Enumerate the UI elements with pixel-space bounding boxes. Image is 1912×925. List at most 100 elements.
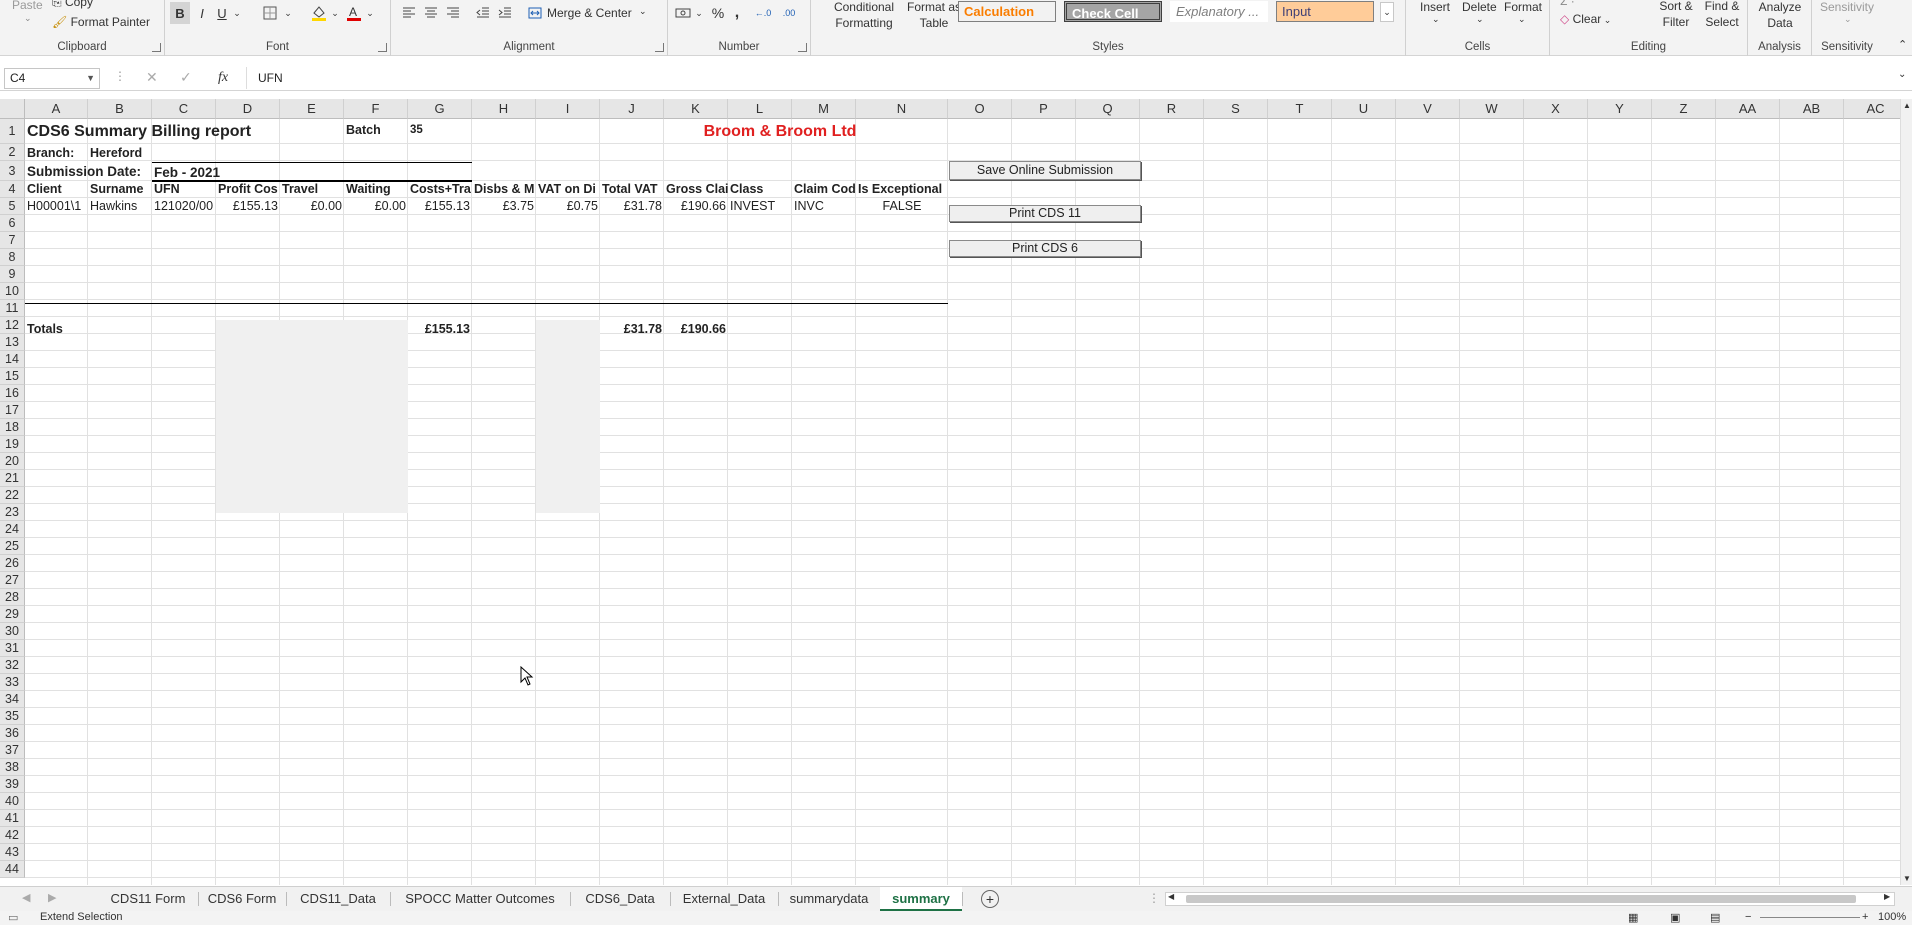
align-left-icon[interactable] [399, 3, 419, 23]
find-select-button[interactable]: Find & Select [1698, 0, 1746, 30]
row-header[interactable]: 19 [0, 436, 25, 453]
column-header[interactable]: F [344, 99, 408, 119]
row-header[interactable]: 3 [0, 161, 25, 181]
row-header[interactable]: 4 [0, 181, 25, 198]
table-cell[interactable]: INVC [792, 198, 856, 215]
decrease-decimal-button[interactable]: .00 [776, 3, 802, 23]
row-header[interactable]: 24 [0, 521, 25, 538]
column-header[interactable]: H [472, 99, 536, 119]
row-header[interactable]: 5 [0, 198, 25, 215]
zoom-in-icon[interactable]: + [1862, 911, 1868, 923]
print-cds6-button[interactable]: Print CDS 6 [949, 240, 1141, 257]
row-header[interactable]: 35 [0, 708, 25, 725]
table-header-cell[interactable]: Surname [88, 181, 152, 198]
style-explanatory[interactable]: Explanatory ... [1170, 1, 1268, 22]
table-cell[interactable]: £155.13 [216, 198, 280, 215]
table-header-cell[interactable]: Gross Clai [664, 181, 728, 198]
paste-dropdown-icon[interactable]: ⌄ [24, 13, 32, 24]
row-header[interactable]: 21 [0, 470, 25, 487]
format-dropdown-icon[interactable]: ⌄ [1518, 14, 1526, 25]
enter-icon[interactable]: ✓ [180, 69, 192, 86]
report-title[interactable]: CDS6 Summary Billing report [25, 119, 325, 144]
row-header[interactable]: 30 [0, 623, 25, 640]
row-header[interactable]: 25 [0, 538, 25, 555]
row-header[interactable]: 37 [0, 742, 25, 759]
column-header[interactable]: Y [1588, 99, 1652, 119]
row-header[interactable]: 12 [0, 317, 25, 334]
accounting-format-icon[interactable] [672, 3, 694, 23]
fill-color-icon[interactable] [308, 2, 330, 24]
batch-label[interactable]: Batch [344, 122, 404, 139]
insert-button[interactable]: Insert [1420, 0, 1450, 14]
prev-sheet-icon[interactable]: ◀ [22, 891, 30, 904]
column-header[interactable]: AA [1716, 99, 1780, 119]
column-header[interactable]: M [792, 99, 856, 119]
alignment-launcher-icon[interactable] [655, 43, 664, 52]
row-header[interactable]: 16 [0, 385, 25, 402]
conditional-formatting-button[interactable]: Conditional Formatting [823, 0, 905, 31]
style-input[interactable]: Input [1276, 1, 1374, 22]
sheet-tab[interactable]: CDS11 Form [98, 887, 198, 911]
font-color-icon[interactable]: A [343, 2, 365, 24]
autosum-icon[interactable]: Σ · [1560, 0, 1575, 8]
column-header[interactable]: G [408, 99, 472, 119]
column-header[interactable]: N [856, 99, 948, 119]
column-header[interactable]: J [600, 99, 664, 119]
row-header[interactable]: 40 [0, 793, 25, 810]
style-check-cell[interactable]: Check Cell [1064, 1, 1162, 22]
row-header[interactable]: 7 [0, 232, 25, 249]
scroll-thumb[interactable] [1186, 895, 1856, 903]
column-header[interactable]: D [216, 99, 280, 119]
row-header[interactable]: 38 [0, 759, 25, 776]
analyze-data-button[interactable]: Analyze Data [1754, 0, 1806, 31]
table-cell[interactable]: Hawkins [88, 198, 152, 215]
cancel-icon[interactable]: ✕ [146, 69, 158, 86]
table-header-cell[interactable]: Claim Cod [792, 181, 856, 198]
table-header-cell[interactable]: Client [25, 181, 88, 198]
merge-dropdown-icon[interactable]: ⌄ [639, 6, 647, 17]
row-header[interactable]: 29 [0, 606, 25, 623]
format-button[interactable]: Format [1504, 0, 1542, 14]
horizontal-scrollbar[interactable] [1165, 892, 1895, 906]
sheet-tab[interactable]: CDS11_Data [286, 887, 390, 911]
sensitivity-dropdown-icon[interactable]: ⌄ [1844, 14, 1852, 25]
sheet-tab[interactable]: External_Data [670, 887, 778, 911]
vertical-scrollbar[interactable]: ▲ ▼ [1900, 99, 1912, 885]
add-sheet-icon[interactable]: + [981, 890, 999, 908]
table-cell[interactable]: £190.66 [664, 198, 728, 215]
page-layout-icon[interactable]: ▣ [1670, 911, 1680, 924]
row-header[interactable]: 14 [0, 351, 25, 368]
row-header[interactable]: 44 [0, 861, 25, 878]
paste-button[interactable]: Paste [12, 0, 43, 12]
column-header[interactable]: A [25, 99, 88, 119]
row-header[interactable]: 17 [0, 402, 25, 419]
row-header[interactable]: 10 [0, 283, 25, 300]
batch-value[interactable]: 35 [408, 122, 468, 139]
normal-view-icon[interactable]: ▦ [1628, 911, 1638, 924]
bold-button[interactable]: B [170, 2, 190, 24]
table-header-cell[interactable]: Profit Cos [216, 181, 280, 198]
column-header[interactable]: AB [1780, 99, 1844, 119]
table-cell[interactable]: INVEST [728, 198, 792, 215]
submission-date-value[interactable]: Feb - 2021 [152, 162, 472, 182]
table-header-cell[interactable]: Waiting [344, 181, 408, 198]
scroll-left-icon[interactable]: ◀ [1168, 892, 1174, 901]
comma-style-button[interactable]: , [728, 3, 746, 23]
insert-function-button[interactable]: fx [218, 70, 228, 86]
row-header[interactable]: 27 [0, 572, 25, 589]
row-header[interactable]: 31 [0, 640, 25, 657]
zoom-level[interactable]: 100% [1878, 911, 1906, 923]
sheet-tab[interactable]: CDS6_Data [570, 887, 670, 911]
formula-input[interactable]: UFN [258, 71, 283, 85]
row-header[interactable]: 23 [0, 504, 25, 521]
align-right-icon[interactable] [443, 3, 463, 23]
delete-button[interactable]: Delete [1462, 0, 1497, 14]
percent-button[interactable]: % [708, 3, 728, 23]
column-header[interactable]: C [152, 99, 216, 119]
scroll-up-icon[interactable]: ▲ [1903, 101, 1911, 110]
row-header[interactable]: 9 [0, 266, 25, 283]
sensitivity-button[interactable]: Sensitivity [1820, 0, 1874, 14]
row-header[interactable]: 33 [0, 674, 25, 691]
collapse-ribbon-icon[interactable]: ⌃ [1898, 38, 1907, 51]
scroll-down-icon[interactable]: ▼ [1903, 874, 1911, 883]
